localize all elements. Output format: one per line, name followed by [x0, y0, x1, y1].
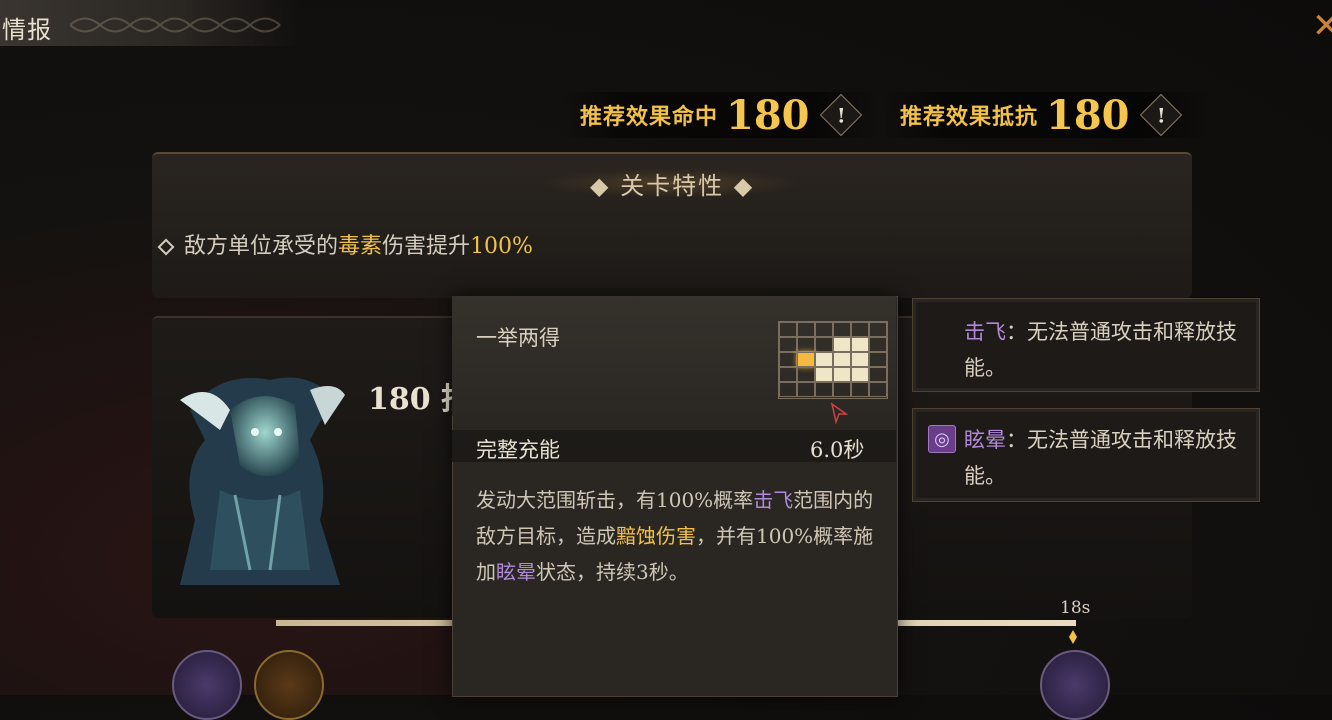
recommend-resist-warning-icon[interactable]: !: [1139, 93, 1182, 137]
grid-cell: [779, 367, 797, 382]
grid-cell: [851, 322, 869, 337]
grid-cell-hit: [851, 352, 869, 367]
grid-cell: [797, 367, 815, 382]
charge-label: 完整充能: [476, 438, 560, 462]
grid-cell: [815, 337, 833, 352]
grid-cell: [851, 382, 869, 397]
grid-cell: [869, 382, 887, 397]
grid-cell-hit: [833, 367, 851, 382]
grid-cell-self: [797, 352, 815, 367]
grid-cell: [815, 382, 833, 397]
header-ornament: [70, 17, 281, 33]
grid-cell: [797, 322, 815, 337]
timeline-marker-icon: [1069, 630, 1077, 644]
skill-beast-icon[interactable]: [1040, 650, 1110, 720]
grid-cell-hit: [815, 367, 833, 382]
recommend-resist: 推荐效果抵抗 180 !: [900, 88, 1182, 142]
grid-cell: [869, 367, 887, 382]
skill-cross-icon[interactable]: [172, 650, 242, 720]
timeline-marker-label: 18s: [1060, 598, 1091, 618]
grid-cell: [797, 337, 815, 352]
dizzy-spiral-icon: ◎: [928, 425, 956, 453]
skill-name: 一举两得: [476, 326, 560, 350]
grid-cell: [869, 322, 887, 337]
page-title: 情报: [2, 16, 52, 44]
status-knockup-text: 击飞：无法普通攻击和释放技能。: [964, 320, 1237, 380]
diamond-bullet-icon: [157, 238, 175, 256]
grid-cell-hit: [815, 352, 833, 367]
grid-cell: [797, 382, 815, 397]
grid-cell: [779, 322, 797, 337]
grid-cell: [833, 322, 851, 337]
trait-line: 敌方单位承受的毒素伤害提升100%: [157, 228, 533, 260]
boss-portrait[interactable]: [160, 370, 360, 585]
charge-time: 6.0秒: [810, 438, 865, 462]
grid-cell-hit: [851, 367, 869, 382]
grid-cell: [779, 352, 797, 367]
recommend-hit-label: 推荐效果命中: [580, 104, 719, 130]
grid-cell: [833, 382, 851, 397]
recommend-resist-label: 推荐效果抵抗: [900, 104, 1039, 130]
grid-cell-hit: [851, 337, 869, 352]
skill-range-grid: [778, 321, 888, 399]
skill-slash-icon[interactable]: [254, 650, 324, 720]
recommend-hit: 推荐效果命中 180 !: [580, 88, 862, 142]
grid-cell: [779, 337, 797, 352]
grid-cell-hit: [833, 337, 851, 352]
recommend-hit-warning-icon[interactable]: !: [819, 93, 862, 137]
grid-cell: [815, 322, 833, 337]
grid-cell: [779, 382, 797, 397]
recommend-resist-value: 180: [1046, 91, 1130, 139]
grid-cell: [869, 337, 887, 352]
recommend-hit-value: 180: [726, 91, 810, 139]
status-stun-text: 眩晕：无法普通攻击和释放技能。: [964, 428, 1237, 488]
grid-cell-hit: [833, 352, 851, 367]
cursor-arrow-icon: [830, 402, 848, 424]
skill-description: 发动大范围斩击，有100%概率击飞范围内的敌方目标，造成黯蚀伤害，并有100%概…: [476, 488, 874, 584]
close-icon[interactable]: ✕: [1312, 6, 1332, 46]
grid-cell: [869, 352, 887, 367]
stage-traits-title: ◆ 关卡特性 ◆: [590, 172, 755, 200]
